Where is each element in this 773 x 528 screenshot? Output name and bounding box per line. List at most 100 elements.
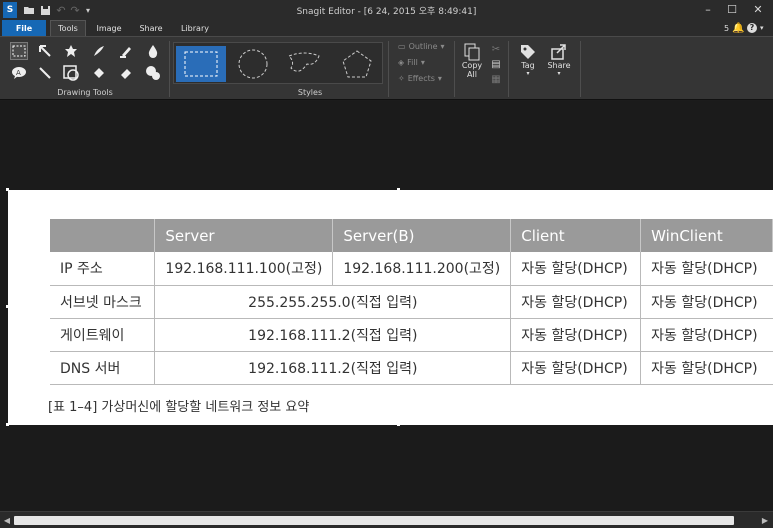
highlighter-tool-icon[interactable] xyxy=(117,42,135,60)
resize-handle[interactable] xyxy=(6,423,9,426)
resize-handle[interactable] xyxy=(6,188,9,191)
tab-share[interactable]: Share xyxy=(132,20,170,36)
tag-button[interactable]: Tag ▾ xyxy=(514,43,542,77)
table-cell: 자동 할당(DHCP) xyxy=(640,285,773,319)
table-row: 게이트웨이 192.168.111.2(직접 입력) 자동 할당(DHCP) 자… xyxy=(50,318,773,352)
paste-special-icon[interactable]: ▦ xyxy=(490,73,502,85)
table-row: 서브넷 마스크 255.255.255.0(직접 입력) 자동 할당(DHCP)… xyxy=(50,285,773,319)
selection-tool-icon[interactable] xyxy=(10,42,28,60)
scrollbar-thumb[interactable] xyxy=(14,516,734,525)
share-button[interactable]: Share ▾ xyxy=(544,43,574,77)
table-cell: 자동 할당(DHCP) xyxy=(510,252,642,286)
style-rectangle[interactable] xyxy=(176,46,226,82)
table-cell: 255.255.255.0(직접 입력) xyxy=(154,285,512,319)
header-cell: Server xyxy=(154,219,334,252)
window-title: Snagit Editor - [6 24, 2015 오후 8:49:41] xyxy=(296,7,477,17)
tag-label: Tag xyxy=(521,61,535,70)
ribbon-tabs: File Tools Image Share Library 5 🔔 ? ▾ xyxy=(0,20,773,36)
effects-icon: ✧ xyxy=(398,74,405,83)
blur-tool-icon[interactable] xyxy=(144,42,162,60)
help-icon[interactable]: ? xyxy=(747,20,757,36)
maximize-button[interactable]: ☐ xyxy=(721,2,743,16)
separator xyxy=(388,41,389,97)
fill-label: Fill xyxy=(407,58,418,67)
network-info-table: Server Server(B) Client WinClient IP 주소 … xyxy=(50,219,773,385)
copy-label: Copy xyxy=(461,61,483,70)
shape-tool-icon[interactable] xyxy=(62,64,80,82)
style-polygon[interactable] xyxy=(332,46,382,82)
fill-icon: ◈ xyxy=(398,58,405,67)
resize-handle[interactable] xyxy=(6,305,9,308)
eraser-tool-icon[interactable] xyxy=(117,64,135,82)
table-caption: [표 1–4] 가상머신에 할당할 네트워크 정보 요약 xyxy=(48,400,310,415)
table-cell: 자동 할당(DHCP) xyxy=(510,285,642,319)
tab-image[interactable]: Image xyxy=(90,20,128,36)
tab-file[interactable]: File xyxy=(2,20,46,36)
table-cell: DNS 서버 xyxy=(50,351,156,385)
table-cell: 자동 할당(DHCP) xyxy=(510,318,642,352)
outline-icon: ▭ xyxy=(398,42,406,51)
copy-all-button[interactable]: Copy All xyxy=(460,43,484,79)
table-cell: IP 주소 xyxy=(50,252,156,286)
line-tool-icon[interactable] xyxy=(36,64,54,82)
separator xyxy=(454,41,455,97)
callout-tool-icon[interactable]: A xyxy=(10,64,28,82)
stamp-tool-icon[interactable] xyxy=(62,42,80,60)
outline-button[interactable]: ▭ Outline ▾ xyxy=(398,42,445,51)
scroll-left-icon[interactable]: ◀ xyxy=(2,515,12,526)
separator xyxy=(580,41,581,97)
arrow-tool-icon[interactable] xyxy=(36,42,54,60)
table-header-row: Server Server(B) Client WinClient xyxy=(50,219,773,252)
table-row: IP 주소 192.168.111.100(고정) 192.168.111.20… xyxy=(50,252,773,286)
notification-count: 5 xyxy=(724,23,730,33)
header-cell: WinClient xyxy=(640,219,773,252)
outline-label: Outline xyxy=(408,42,438,51)
copy-all-label: All xyxy=(467,70,477,79)
copy-icon xyxy=(464,43,480,61)
editor-canvas[interactable]: Server Server(B) Client WinClient IP 주소 … xyxy=(0,101,773,511)
share-icon xyxy=(551,44,566,60)
table-cell: 192.168.111.2(직접 입력) xyxy=(154,318,512,352)
fill-dropdown-icon: ▾ xyxy=(420,58,425,67)
ribbon: A Drawing Tools Styles ▭ Outline ▾ ◈ Fil… xyxy=(0,36,773,100)
fill-button[interactable]: ◈ Fill ▾ xyxy=(398,58,425,67)
step-tool-icon[interactable] xyxy=(144,64,162,82)
table-cell: 192.168.111.200(고정) xyxy=(332,252,512,286)
captured-image[interactable]: Server Server(B) Client WinClient IP 주소 … xyxy=(8,190,773,425)
separator xyxy=(169,41,170,97)
header-cell: Server(B) xyxy=(332,219,512,252)
close-button[interactable]: ✕ xyxy=(747,2,769,16)
help-menu-icon[interactable]: ▾ xyxy=(760,20,764,36)
fill-tool-icon[interactable] xyxy=(90,64,108,82)
horizontal-scrollbar[interactable]: ◀ ▶ xyxy=(0,511,773,528)
style-ellipse[interactable] xyxy=(228,46,278,82)
header-cell xyxy=(50,219,156,252)
title-bar: S ↶ ↷ ▾ Snagit Editor - [6 24, 2015 오후 8… xyxy=(0,0,773,20)
style-freehand[interactable] xyxy=(280,46,330,82)
table-cell: 자동 할당(DHCP) xyxy=(640,318,773,352)
scroll-right-icon[interactable]: ▶ xyxy=(760,515,770,526)
bell-icon[interactable]: 🔔 xyxy=(732,20,744,36)
resize-handle[interactable] xyxy=(397,423,400,426)
tag-icon xyxy=(521,45,535,59)
header-cell: Client xyxy=(510,219,642,252)
table-cell: 자동 할당(DHCP) xyxy=(640,252,773,286)
resize-handle[interactable] xyxy=(397,188,400,191)
tab-library[interactable]: Library xyxy=(174,20,216,36)
outline-dropdown-icon: ▾ xyxy=(440,42,445,51)
share-dropdown-icon: ▾ xyxy=(557,70,561,77)
table-cell: 게이트웨이 xyxy=(50,318,156,352)
table-cell: 서브넷 마스크 xyxy=(50,285,156,319)
paste-icon[interactable]: ▤ xyxy=(490,58,502,70)
pen-tool-icon[interactable] xyxy=(90,42,108,60)
minimize-button[interactable]: – xyxy=(697,2,719,16)
table-cell: 자동 할당(DHCP) xyxy=(640,351,773,385)
effects-button[interactable]: ✧ Effects ▾ xyxy=(398,74,442,83)
table-row: DNS 서버 192.168.111.2(직접 입력) 자동 할당(DHCP) … xyxy=(50,351,773,385)
separator xyxy=(508,41,509,97)
cut-icon[interactable]: ✂ xyxy=(490,43,502,55)
table-cell: 192.168.111.100(고정) xyxy=(154,252,334,286)
snagit-editor-window: S ↶ ↷ ▾ Snagit Editor - [6 24, 2015 오후 8… xyxy=(0,0,773,528)
tag-dropdown-icon: ▾ xyxy=(526,70,530,77)
tab-tools[interactable]: Tools xyxy=(50,20,86,36)
